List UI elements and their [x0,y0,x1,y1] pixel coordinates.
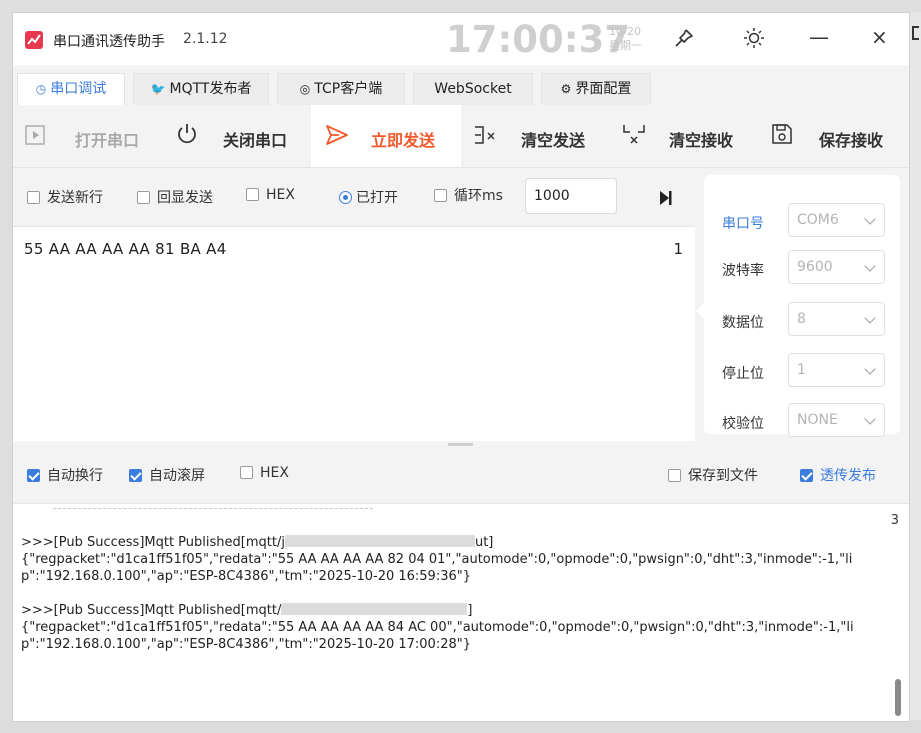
clock-date: 10-20 星期一 [609,25,642,53]
tab-label: MQTT发布者 [169,81,252,97]
tab-label: TCP客户端 [314,81,383,97]
passthrough-publish-checkbox[interactable]: 透传发布 [800,465,876,485]
close-button[interactable]: × [871,25,888,49]
baud-row: 波特率 9600 [704,248,900,288]
open-port-button[interactable]: 打开串口 [13,105,163,167]
tab-tcp-client[interactable]: ◎ TCP客户端 [277,73,405,105]
tab-label: 串口调试 [50,81,107,97]
clock-icon: ◷ [35,82,47,96]
tab-mqtt-publisher[interactable]: 🐦 MQTT发布者 [133,73,269,105]
clear-send-button[interactable]: 清空发送 [461,105,609,167]
parity-label: 校验位 [722,416,764,432]
chevron-down-icon [864,312,876,324]
power-icon [175,122,199,150]
date-day: 10-20 [609,25,641,38]
stopbits-select[interactable]: 1 [788,353,885,387]
chevron-down-icon [864,260,876,272]
port-settings-panel: 串口号 COM6 波特率 9600 数据位 8 停止位 1 校验位 NONE [704,175,900,437]
log-entry: >>>[Pub Success]Mqtt Published[mqtt/j ut]… [21,535,853,584]
chevron-down-icon [864,363,876,375]
send-text-area[interactable]: 55 AA AA AA AA 81 BA A4 1 [13,226,695,442]
pin-icon[interactable] [673,27,697,51]
toolbar: 打开串口 关闭串口 立即发送 清空发送 清空接收 保存接收 [13,105,909,168]
eye-icon: ◎ [299,82,311,96]
tab-serial-debug[interactable]: ◷ 串口调试 [17,73,125,105]
redacted-topic [281,603,468,615]
databits-label: 数据位 [722,315,764,331]
background-window-mark [912,26,919,40]
port-label: 串口号 [722,216,764,232]
databits-row: 数据位 8 [704,300,900,340]
tab-label: WebSocket [434,81,512,97]
bird-icon: 🐦 [150,82,166,96]
clipped-line [53,508,373,509]
save-icon [771,123,793,149]
receive-options-row: 自动换行 自动滚屏 HEX 保存到文件 透传发布 [13,447,909,499]
clock-time: 17:00:37 [446,18,631,61]
minimize-button[interactable]: — [809,25,829,49]
port-row: 串口号 COM6 [704,201,900,241]
tab-ui-config[interactable]: ⚙ 界面配置 [541,73,651,105]
opened-radio[interactable]: 已打开 [339,187,398,207]
save-receive-button[interactable]: 保存接收 [757,105,909,167]
tab-label: 界面配置 [575,81,632,97]
desktop-bottom-edge [0,721,921,733]
app-chart-icon [25,31,43,49]
play-square-icon [25,125,45,149]
stopbits-row: 停止位 1 [704,351,900,391]
play-step-icon[interactable] [659,190,673,210]
receive-hex-checkbox[interactable]: HEX [240,465,289,481]
sun-icon[interactable] [743,27,767,51]
chevron-down-icon [864,213,876,225]
gear-icon: ⚙ [560,82,572,96]
log-entry: >>>[Pub Success]Mqtt Published[mqtt/] {"… [21,603,854,652]
loop-interval-input[interactable] [525,178,617,214]
send-text[interactable]: 55 AA AA AA AA 81 BA A4 [24,240,227,258]
clear-receive-button[interactable]: 清空接收 [609,105,757,167]
app-window: 串口通讯透传助手 2.1.12 17:00:37 10-20 星期一 — × ◷… [12,12,910,722]
send-new-line-checkbox[interactable]: 发送新行 [27,187,103,207]
stopbits-label: 停止位 [722,366,764,382]
chevron-down-icon [864,413,876,425]
send-icon [325,124,349,150]
auto-scroll-checkbox[interactable]: 自动滚屏 [129,465,205,485]
receive-text-area[interactable]: 3 >>>[Pub Success]Mqtt Published[mqtt/j u… [13,503,909,721]
date-weekday: 星期一 [609,39,642,52]
background-window-edge [909,12,921,720]
databits-select[interactable]: 8 [788,302,885,336]
parity-row: 校验位 NONE [704,401,900,441]
baud-select[interactable]: 9600 [788,250,885,284]
tab-websocket[interactable]: WebSocket [413,73,533,105]
panel-pointer [696,303,704,319]
splitter-grip-handle[interactable] [448,443,473,446]
send-hex-checkbox[interactable]: HEX [246,187,295,203]
app-version: 2.1.12 [183,31,228,47]
receive-log[interactable]: >>>[Pub Success]Mqtt Published[mqtt/j ut]… [21,534,876,670]
receive-scrollbar-thumb[interactable] [895,679,901,716]
send-now-button[interactable]: 立即发送 [311,105,461,167]
receive-count: 3 [890,513,899,528]
save-to-file-checkbox[interactable]: 保存到文件 [668,465,758,485]
clear-text-icon [473,124,499,150]
port-select[interactable]: COM6 [788,203,885,237]
loop-ms-checkbox[interactable]: 循环ms [434,185,503,205]
title-bar[interactable]: 串口通讯透传助手 2.1.12 17:00:37 10-20 星期一 — × [13,13,909,65]
app-title: 串口通讯透传助手 [53,34,165,50]
send-count: 1 [673,240,683,258]
echo-send-checkbox[interactable]: 回显发送 [137,187,213,207]
parity-select[interactable]: NONE [788,403,885,437]
clear-receive-icon [621,123,647,151]
auto-wrap-checkbox[interactable]: 自动换行 [27,465,103,485]
baud-label: 波特率 [722,263,764,279]
send-options-row: 发送新行 回显发送 HEX 已打开 循环ms [13,173,695,225]
close-port-button[interactable]: 关闭串口 [163,105,311,167]
redacted-topic [284,535,475,547]
main-tabs: ◷ 串口调试 🐦 MQTT发布者 ◎ TCP客户端 WebSocket ⚙ 界面配置 [13,65,909,106]
